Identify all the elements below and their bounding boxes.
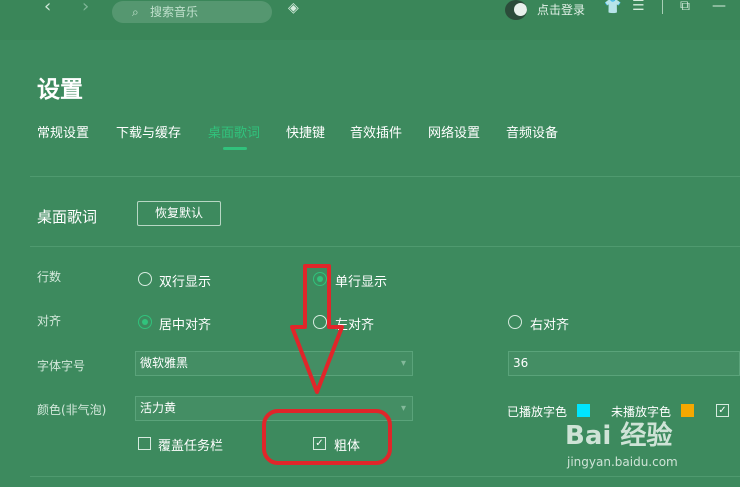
annotation-highlight-box — [262, 409, 392, 465]
watermark-url: jingyan.baidu.com — [567, 455, 678, 469]
annotation-arrow — [290, 264, 344, 394]
watermark-brand: Bai 经验 — [565, 421, 673, 451]
annotation-overlay — [262, 264, 392, 465]
